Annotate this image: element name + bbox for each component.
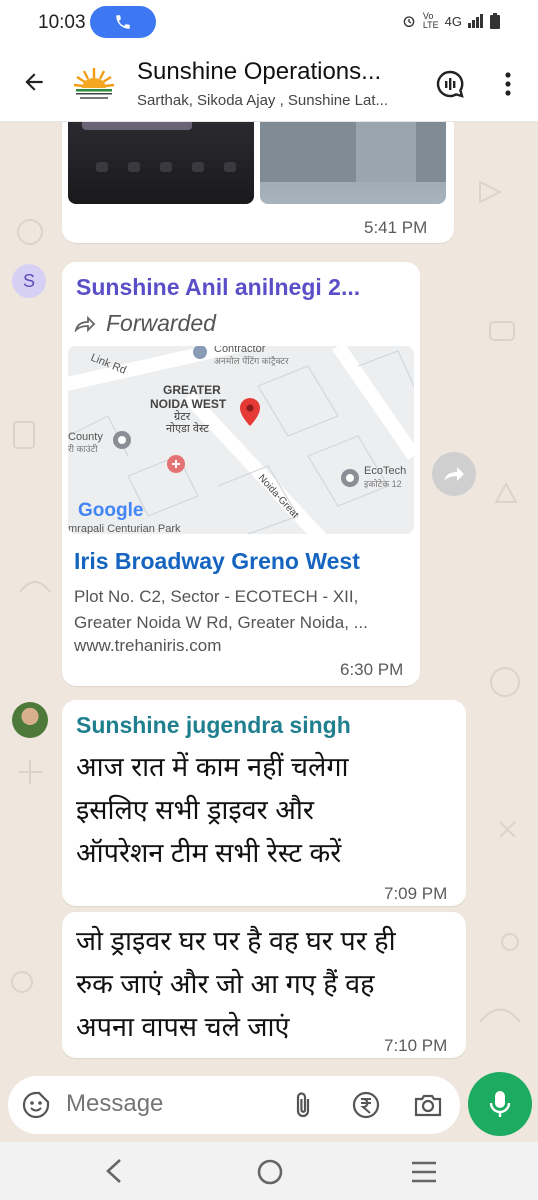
phone-call-icon — [116, 15, 130, 29]
attach-button[interactable] — [288, 1090, 318, 1120]
sender-avatar[interactable] — [12, 702, 48, 738]
message-line: अपना वापस चले जाएं — [76, 1012, 290, 1042]
message-time: 7:10 PM — [384, 1036, 448, 1055]
location-map-preview[interactable]: Link Rd Contractor अनमोल पेंटिंग कांट्रै… — [68, 346, 414, 534]
camera-icon — [414, 1094, 442, 1117]
sender-name[interactable]: Sunshine Anil anilnegi 2... — [76, 274, 360, 301]
sender-avatar[interactable]: S — [12, 264, 46, 298]
link-desc-line: Greater Noida W Rd, Greater Noida, ... — [74, 613, 368, 632]
sunshine-logo-icon — [73, 68, 115, 99]
blurred-photo — [82, 122, 236, 172]
map-label: अनमोल पेंटिंग कांट्रैक्टर — [214, 355, 289, 366]
message-line: रुक जाएं और जो आ गए हैं वह — [76, 969, 375, 999]
network-label: 4G — [444, 13, 462, 29]
message-time: 7:09 PM — [384, 884, 448, 903]
volte-icon: Vo LTE — [422, 11, 439, 30]
group-avatar[interactable] — [66, 56, 122, 112]
forward-icon — [444, 467, 464, 481]
microphone-icon — [489, 1091, 511, 1117]
text-message-bubble[interactable]: Sunshine jugendra singh आज रात में काम न… — [62, 700, 466, 906]
link-preview-title[interactable]: Iris Broadway Greno West — [74, 548, 360, 575]
nav-back-icon[interactable] — [100, 1156, 128, 1186]
voice-chat-button[interactable] — [432, 66, 468, 102]
arrow-left-icon — [25, 73, 43, 91]
map-label: इकोटेक 12 — [364, 478, 402, 489]
map-label: EcoTech — [364, 465, 406, 477]
map-label: Contractor — [214, 346, 266, 355]
google-logo: Google — [78, 500, 143, 521]
forwarded-link-message[interactable]: Sunshine Anil anilnegi 2... Forwarded Li… — [62, 262, 420, 686]
chat-title[interactable]: Sunshine Operations... — [137, 58, 412, 86]
map-label: mrapali Centurian Park — [68, 523, 181, 534]
message-line: इसलिए सभी ड्राइवर और — [76, 795, 314, 825]
chat-messages[interactable]: 5:41 PM S Sunshine Anil anilnegi 2... Fo… — [0, 122, 538, 1072]
message-time: 6:30 PM — [340, 660, 404, 679]
message-line: ऑपरेशन टीम सभी रेस्ट करें — [76, 838, 342, 868]
status-icons: Vo LTE 4G — [401, 12, 500, 30]
map-label: ग्रेटर — [174, 410, 191, 423]
sticker-button[interactable] — [22, 1091, 50, 1119]
link-desc-line: Plot No. C2, Sector - ECOTECH - XII, — [74, 587, 359, 606]
battery-icon — [490, 13, 500, 29]
forward-button[interactable] — [432, 452, 476, 496]
status-bar: 10:03 Vo LTE 4G — [0, 0, 538, 44]
link-preview-domain: www.trehaniris.com — [74, 636, 222, 655]
forwarded-icon — [74, 315, 96, 332]
message-text: आज रात में काम नहीं चलेगा इसलिए सभी ड्रा… — [76, 746, 349, 875]
nav-recents-icon[interactable] — [410, 1160, 438, 1184]
more-vertical-icon — [505, 72, 511, 96]
camera-button[interactable] — [412, 1090, 444, 1120]
system-navigation-bar — [0, 1142, 538, 1200]
voice-record-button[interactable] — [468, 1072, 532, 1136]
nav-home-icon[interactable] — [256, 1158, 284, 1186]
voice-chat-icon — [436, 70, 464, 98]
chat-participants[interactable]: Sarthak, Sikoda Ajay , Sunshine Lat... — [137, 92, 422, 109]
media-message-bubble[interactable]: 5:41 PM — [62, 122, 454, 243]
message-input[interactable] — [66, 1090, 276, 1118]
more-options-button[interactable] — [496, 66, 520, 102]
ongoing-call-pill[interactable] — [90, 6, 156, 38]
map-label: नोएडा वेस्ट — [166, 422, 209, 435]
map-label: री काउंटी — [68, 443, 98, 454]
media-thumbnail[interactable] — [260, 122, 446, 204]
link-preview-description: Plot No. C2, Sector - ECOTECH - XII, Gre… — [74, 584, 406, 636]
avatar-letter: S — [22, 270, 35, 291]
payment-button[interactable] — [350, 1089, 382, 1121]
alarm-icon — [403, 16, 415, 27]
back-button[interactable] — [18, 66, 50, 98]
message-text: जो ड्राइवर घर पर है वह घर पर ही रुक जाएं… — [76, 920, 396, 1049]
message-line: आज रात में काम नहीं चलेगा — [76, 752, 349, 782]
forwarded-label: Forwarded — [106, 310, 216, 336]
status-time: 10:03 — [38, 12, 86, 33]
blurred-photo — [260, 122, 446, 182]
message-composer — [8, 1076, 460, 1134]
sender-name[interactable]: Sunshine jugendra singh — [76, 712, 351, 739]
forwarded-indicator: Forwarded — [74, 310, 216, 337]
rupee-icon — [352, 1091, 380, 1119]
signal-icon — [468, 14, 483, 28]
text-message-bubble[interactable]: जो ड्राइवर घर पर है वह घर पर ही रुक जाएं… — [62, 912, 466, 1058]
media-thumbnail[interactable] — [68, 122, 254, 204]
message-time: 5:41 PM — [364, 218, 428, 237]
paperclip-icon — [296, 1092, 310, 1118]
chat-header: Sunshine Operations... Sarthak, Sikoda A… — [0, 44, 538, 122]
map-image: Link Rd Contractor अनमोल पेंटिंग कांट्रै… — [68, 346, 414, 534]
sticker-icon — [22, 1091, 50, 1119]
map-label: NOIDA WEST — [150, 397, 227, 411]
map-label: County — [68, 431, 103, 443]
message-line: जो ड्राइवर घर पर है वह घर पर ही — [76, 926, 396, 956]
map-label: GREATER — [163, 383, 221, 397]
